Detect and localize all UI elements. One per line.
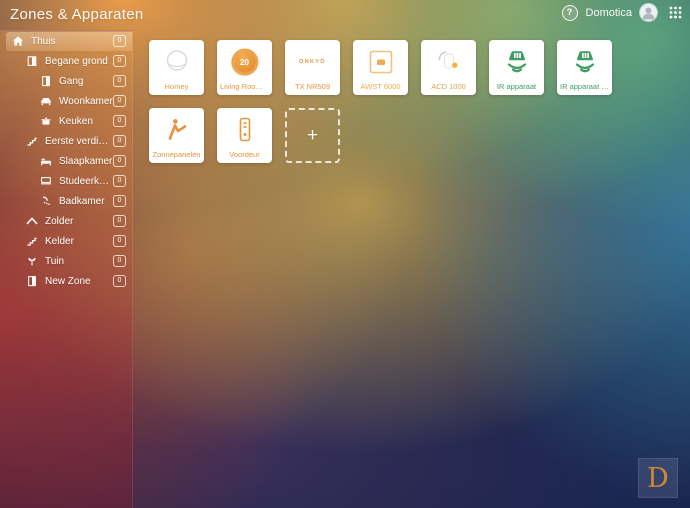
header-actions: ? Domotica	[562, 4, 682, 21]
add-device-tile[interactable]: +	[285, 108, 340, 163]
device-tile-ir-apparaat[interactable]: IR apparaat	[489, 40, 544, 95]
sidebar-item-new-zone[interactable]: New Zone0	[0, 271, 132, 291]
sidebar-item-zolder[interactable]: Zolder0	[0, 211, 132, 231]
ir-device-icon	[557, 45, 612, 79]
kitchen-icon	[40, 115, 52, 127]
device-tile-label: Living Room T...	[220, 82, 269, 91]
zone-device-count-badge: 0	[113, 215, 126, 227]
desk-icon	[40, 175, 52, 187]
device-tile-label: ACD 1000	[424, 82, 473, 91]
sidebar-item-studeerkamer[interactable]: Studeerkamer0	[0, 171, 132, 191]
zone-device-count-badge: 0	[113, 195, 126, 207]
stairs-icon	[26, 235, 38, 247]
solar-icon	[149, 113, 204, 147]
zone-label: Kelder	[45, 236, 113, 247]
door-icon	[26, 275, 38, 287]
watermark-letter: D	[647, 465, 669, 492]
ir-device-icon	[489, 45, 544, 79]
sidebar-item-eerste-verdieping[interactable]: Eerste verdieping0	[0, 131, 132, 151]
device-tile-living-room-t[interactable]: 20 Living Room T...	[217, 40, 272, 95]
zone-label: Gang	[59, 76, 113, 87]
sidebar-item-gang[interactable]: Gang0	[0, 71, 132, 91]
thermostat-value: 20	[240, 58, 249, 67]
device-tile-zonnepanelen[interactable]: Zonnepanelen	[149, 108, 204, 163]
zone-device-count-badge: 0	[113, 55, 126, 67]
floor-icon	[26, 55, 38, 67]
zones-sidebar: Thuis0Begane grond0Gang0Woonkamer0Keuken…	[0, 30, 133, 508]
wall-switch-icon	[353, 45, 408, 79]
person-icon	[640, 4, 657, 21]
device-tile-acd-1000[interactable]: ACD 1000	[421, 40, 476, 95]
plant-icon	[26, 255, 38, 267]
thermostat-icon: 20	[217, 45, 272, 79]
device-tiles-grid: Homey 20 Living Room T... ONKYO TX NR509 AWST…	[149, 40, 625, 163]
sidebar-item-kelder[interactable]: Kelder0	[0, 231, 132, 251]
couch-icon	[40, 95, 52, 107]
house-icon	[12, 35, 24, 47]
device-tile-tx-nr509[interactable]: ONKYO TX NR509	[285, 40, 340, 95]
user-name[interactable]: Domotica	[586, 7, 632, 19]
zone-label: Keuken	[59, 116, 113, 127]
sensor-icon	[421, 45, 476, 79]
zone-label: Thuis	[31, 36, 113, 47]
device-tile-label: TX NR509	[288, 82, 337, 91]
device-tile-label: IR apparaat (a...	[560, 82, 609, 91]
zone-label: Badkamer	[59, 196, 113, 207]
device-tile-label: AWST 6000	[356, 82, 405, 91]
stairs-icon	[26, 135, 38, 147]
zone-device-count-badge: 0	[113, 95, 126, 107]
avatar[interactable]	[640, 4, 657, 21]
zone-device-count-badge: 0	[113, 155, 126, 167]
help-icon[interactable]: ?	[562, 5, 578, 21]
zone-device-count-badge: 0	[113, 35, 126, 47]
device-tile-awst-6000[interactable]: AWST 6000	[353, 40, 408, 95]
page-title: Zones & Apparaten	[10, 6, 144, 23]
device-tile-ir-apparaat-a[interactable]: IR apparaat (a...	[557, 40, 612, 95]
zone-device-count-badge: 0	[113, 175, 126, 187]
sidebar-item-thuis[interactable]: Thuis0	[0, 31, 132, 51]
domotica-watermark: D	[638, 458, 678, 498]
zone-label: Slaapkamer	[59, 156, 113, 167]
top-bar: Zones & Apparaten ? Domotica	[0, 0, 690, 30]
roof-icon	[26, 215, 38, 227]
bed-icon	[40, 155, 52, 167]
zone-device-count-badge: 0	[113, 275, 126, 287]
device-tile-label: IR apparaat	[492, 82, 541, 91]
zone-device-count-badge: 0	[113, 115, 126, 127]
device-tile-label: Voordeur	[220, 150, 269, 159]
zone-device-count-badge: 0	[113, 135, 126, 147]
device-tile-homey[interactable]: Homey	[149, 40, 204, 95]
zone-device-count-badge: 0	[113, 255, 126, 267]
sidebar-item-tuin[interactable]: Tuin0	[0, 251, 132, 271]
shower-icon	[40, 195, 52, 207]
doorbell-icon	[217, 113, 272, 147]
brand-logo-text: ONKYO	[299, 59, 326, 65]
zone-label: Eerste verdieping	[45, 136, 113, 147]
sidebar-item-begane-grond[interactable]: Begane grond0	[0, 51, 132, 71]
device-tile-label: Zonnepanelen	[152, 150, 201, 159]
zone-device-count-badge: 0	[113, 235, 126, 247]
plus-icon: +	[307, 126, 318, 145]
homey-sphere-icon	[149, 45, 204, 79]
sidebar-item-woonkamer[interactable]: Woonkamer0	[0, 91, 132, 111]
door-icon	[40, 75, 52, 87]
brand-logo-icon: ONKYO	[285, 45, 340, 79]
zone-label: Begane grond	[45, 56, 113, 67]
zone-label: Zolder	[45, 216, 113, 227]
zone-label: Studeerkamer	[59, 176, 113, 187]
sidebar-item-slaapkamer[interactable]: Slaapkamer0	[0, 151, 132, 171]
device-tile-label: Homey	[152, 82, 201, 91]
zone-label: Tuin	[45, 256, 113, 267]
device-tile-voordeur[interactable]: Voordeur	[217, 108, 272, 163]
zone-label: Woonkamer	[59, 96, 113, 107]
zone-device-count-badge: 0	[113, 75, 126, 87]
apps-grid-icon[interactable]	[669, 6, 682, 19]
sidebar-item-badkamer[interactable]: Badkamer0	[0, 191, 132, 211]
sidebar-item-keuken[interactable]: Keuken0	[0, 111, 132, 131]
zone-label: New Zone	[45, 276, 113, 287]
